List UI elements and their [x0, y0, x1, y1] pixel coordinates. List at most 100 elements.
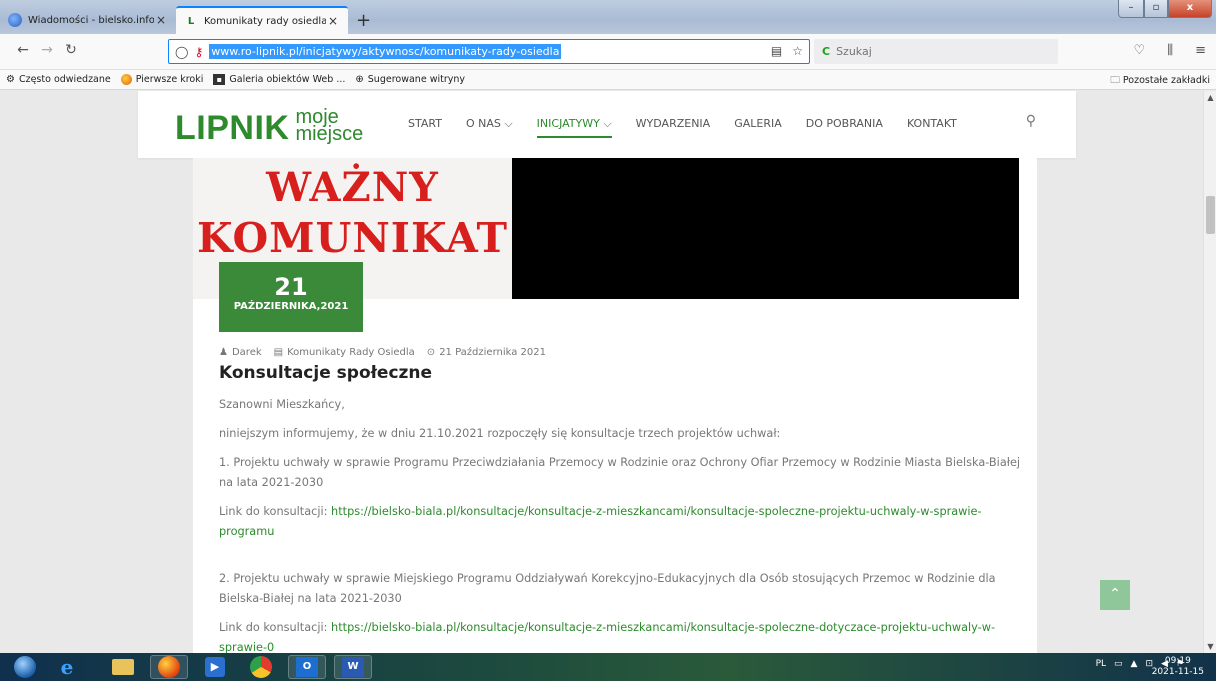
taskbar-firefox[interactable]: [150, 655, 188, 679]
tab-wiadomosci[interactable]: Wiadomości - bielsko.info ×: [0, 6, 176, 34]
window-controls: – ▫ x: [1118, 0, 1212, 18]
date-badge: 21 PAŹDZIERNIKA,2021: [219, 262, 363, 332]
article: WAŻNY KOMUNIKAT 21 PAŹDZIERNIKA,2021 ♟ Da…: [193, 158, 1037, 653]
keyboard-icon[interactable]: ▭: [1114, 659, 1123, 669]
logo-main: LIPNIK: [175, 109, 290, 147]
start-button[interactable]: [8, 655, 42, 679]
outlook-icon: O: [296, 657, 318, 677]
bookmark-item[interactable]: ⊕ Sugerowane witryny: [355, 74, 465, 85]
firefox-icon: [120, 74, 132, 85]
insecure-lock-icon[interactable]: ⚷: [194, 45, 203, 59]
minimize-button[interactable]: –: [1118, 0, 1144, 18]
author-name: Darek: [231, 347, 262, 358]
post-body: Szanowni Mieszkańcy, niniejszym informuj…: [219, 395, 1029, 653]
scroll-down-icon[interactable]: ▼: [1204, 642, 1216, 651]
gear-icon: ⚙: [6, 74, 15, 85]
bookmark-star-icon[interactable]: ☆: [792, 44, 803, 58]
word-icon: W: [342, 657, 364, 677]
intro-paragraph: niniejszym informujemy, że w dniu 21.10.…: [219, 427, 781, 440]
folder-icon: [112, 659, 134, 675]
taskbar-chrome[interactable]: [242, 655, 280, 679]
shield-icon[interactable]: ◯: [175, 45, 188, 59]
menu-kontakt[interactable]: KONTAKT: [907, 117, 957, 131]
document-icon: ▤: [273, 347, 284, 358]
post-author[interactable]: ♟ Darek: [219, 347, 262, 358]
app-icon: ▶: [205, 657, 225, 677]
menu-inicjatywy[interactable]: INICJATYWY ⌵: [536, 117, 612, 138]
forward-arrow-icon[interactable]: →: [38, 42, 56, 58]
page-scrollbar[interactable]: ▲ ▼: [1203, 91, 1216, 653]
clock-date: 2021-11-15: [1151, 667, 1204, 677]
link-paragraph-1: Link do konsultacji: https://bielsko-bia…: [219, 502, 1029, 542]
folder-icon: 🗀: [1110, 75, 1120, 86]
bookmark-item[interactable]: Pierwsze kroki: [120, 74, 204, 85]
category-name: Komunikaty Rady Osiedla: [287, 347, 415, 358]
hero-line1: WAŻNY: [266, 164, 439, 211]
consultation-link-2[interactable]: https://bielsko-biala.pl/konsultacje/kon…: [219, 621, 995, 653]
library-icon[interactable]: ⫼: [1167, 43, 1173, 58]
scrollbar-thumb[interactable]: [1206, 196, 1215, 234]
show-hidden-icons[interactable]: ▲: [1131, 659, 1138, 669]
firefox-icon: [158, 656, 180, 678]
new-tab-button[interactable]: +: [356, 10, 371, 31]
language-indicator[interactable]: PL: [1096, 659, 1106, 669]
bookmark-item[interactable]: ⚙ Często odwiedzane: [6, 74, 111, 85]
consultation-link-1[interactable]: https://bielsko-biala.pl/konsultacje/kon…: [219, 505, 982, 538]
date-month: PAŹDZIERNIKA,2021: [233, 301, 349, 312]
taskbar-explorer[interactable]: [104, 655, 142, 679]
browser-tab-bar: Wiadomości - bielsko.info × L Komunikaty…: [0, 0, 1216, 34]
scroll-up-icon[interactable]: ▲: [1204, 93, 1216, 102]
system-clock[interactable]: 09:19 2021-11-15: [1152, 656, 1204, 678]
taskbar-outlook[interactable]: O: [288, 655, 326, 679]
menu-o-nas[interactable]: O NAS ⌵: [466, 117, 513, 131]
tab-komunikaty[interactable]: L Komunikaty rady osiedla ×: [176, 6, 348, 34]
menu-start[interactable]: START: [408, 117, 442, 131]
bookmarks-bar: ⚙ Często odwiedzane Pierwsze kroki ▪ Gal…: [0, 70, 1216, 90]
address-bar[interactable]: ◯ ⚷ www.ro-lipnik.pl/inicjatywy/aktywnos…: [168, 39, 810, 64]
reader-view-icon[interactable]: ▤: [771, 44, 782, 58]
logo-sub: moje miejsce: [295, 107, 364, 145]
menu-wydarzenia[interactable]: WYDARZENIA: [636, 117, 711, 131]
lipnik-favicon-icon: L: [187, 15, 195, 27]
menu-do-pobrania[interactable]: DO POBRANIA: [806, 117, 883, 131]
post-title: Konsultacje społeczne: [219, 363, 433, 383]
greeting: Szanowni Mieszkańcy,: [219, 398, 345, 411]
bookmark-label: Pierwsze kroki: [135, 74, 204, 85]
taskbar-ie[interactable]: e: [48, 655, 86, 679]
site-header: LIPNIK moje miejsce START O NAS ⌵ INICJA…: [138, 91, 1076, 158]
close-tab-icon[interactable]: ×: [326, 14, 340, 28]
other-bookmarks[interactable]: 🗀 Pozostałe zakładki: [1110, 73, 1210, 89]
close-tab-icon[interactable]: ×: [154, 13, 168, 27]
taskbar-app[interactable]: ▶: [196, 655, 234, 679]
reload-icon[interactable]: ↻: [62, 42, 80, 58]
taskbar-word[interactable]: W: [334, 655, 372, 679]
post-meta: ♟ Darek ▤ Komunikaty Rady Osiedla ⊙ 21 Paźd…: [219, 347, 546, 358]
search-placeholder: Szukaj: [836, 45, 872, 58]
site-logo[interactable]: LIPNIK moje miejsce: [175, 107, 364, 147]
link-paragraph-2: Link do konsultacji: https://bielsko-bia…: [219, 618, 1029, 653]
main-menu: START O NAS ⌵ INICJATYWY ⌵ WYDARZENIA GA…: [408, 117, 981, 138]
bookmark-item[interactable]: ▪ Galeria obiektów Web ...: [213, 74, 345, 85]
pocket-icon[interactable]: ♡: [1133, 43, 1145, 58]
search-icon[interactable]: ⚲: [1026, 113, 1036, 129]
gallery-icon: ▪: [213, 74, 226, 85]
menu-hamburger-icon[interactable]: ≡: [1195, 43, 1206, 58]
search-engine-icon: C: [822, 45, 831, 58]
toolbar-right: ♡ ⫼ ≡: [1133, 43, 1206, 58]
maximize-button[interactable]: ▫: [1144, 0, 1168, 18]
scroll-to-top-button[interactable]: ⌃: [1100, 580, 1130, 610]
link-label: Link do konsultacji:: [219, 621, 328, 634]
clock-icon: ⊙: [426, 347, 436, 358]
hero-line2: KOMUNIKAT: [196, 214, 509, 262]
logo-line2: miejsce: [295, 123, 364, 145]
bookmark-label: Galeria obiektów Web ...: [229, 74, 346, 85]
url-text[interactable]: www.ro-lipnik.pl/inicjatywy/aktywnosc/ko…: [209, 44, 562, 59]
search-bar[interactable]: C Szukaj: [814, 39, 1058, 64]
back-arrow-icon[interactable]: ←: [14, 42, 32, 58]
link-label: Link do konsultacji:: [219, 505, 328, 518]
internet-explorer-icon: e: [60, 655, 74, 679]
post-category[interactable]: ▤ Komunikaty Rady Osiedla: [274, 347, 415, 358]
menu-galeria[interactable]: GALERIA: [734, 117, 782, 131]
date-day: 21: [274, 273, 308, 301]
close-window-button[interactable]: x: [1168, 0, 1212, 18]
